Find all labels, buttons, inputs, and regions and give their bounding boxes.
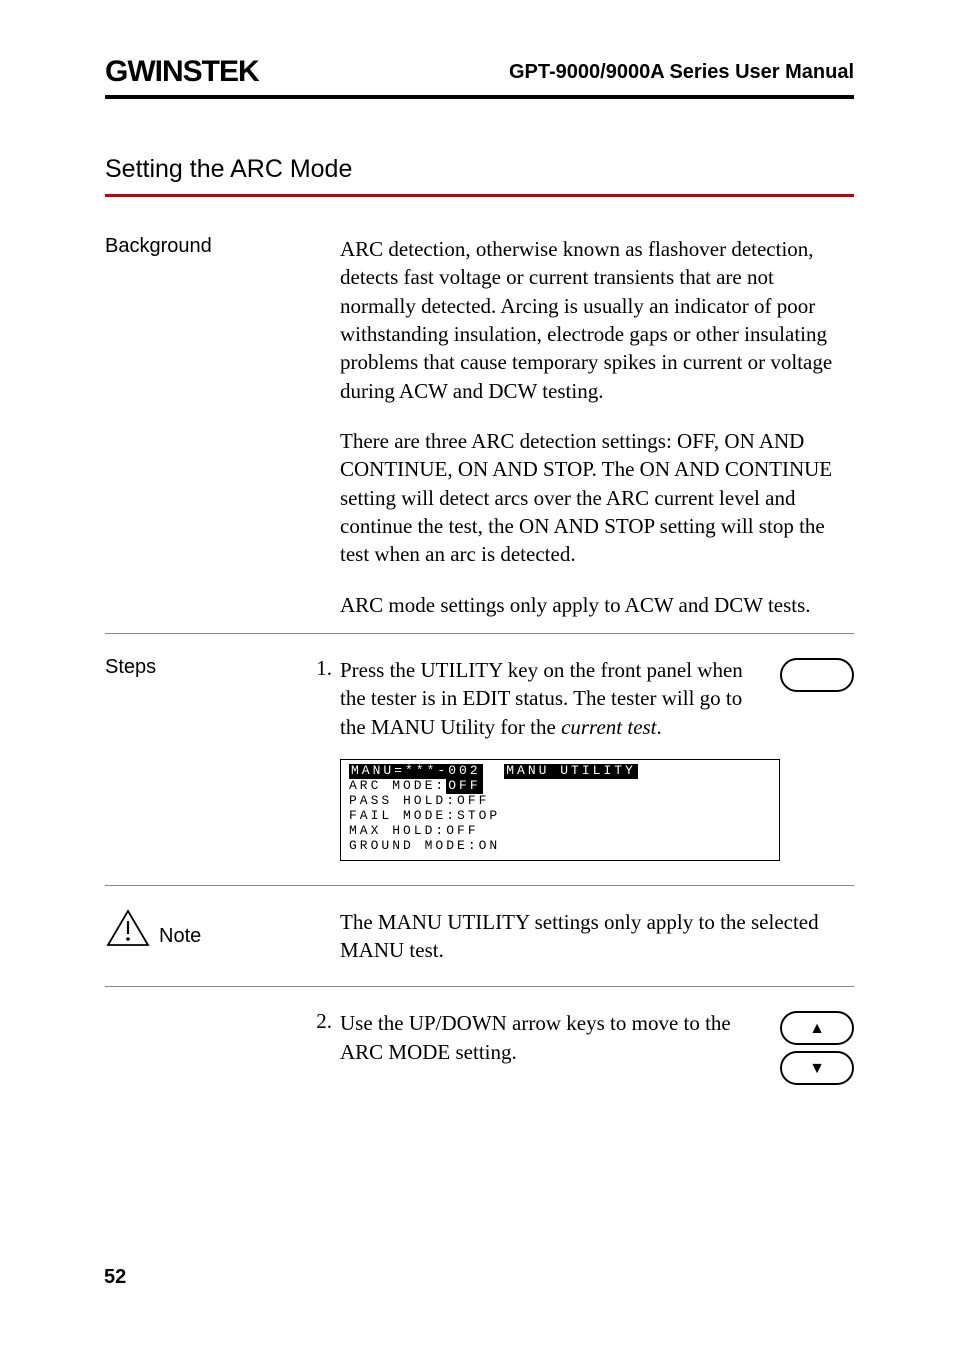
manual-title: GPT-9000/9000A Series User Manual <box>509 61 854 84</box>
lcd-line-arc-mode: ARC MODE: <box>349 778 446 793</box>
lcd-line-pass-hold: PASS HOLD:OFF <box>349 794 771 809</box>
down-arrow-key-icon: ▼ <box>780 1051 854 1085</box>
lcd-arc-mode-value: OFF <box>446 779 482 794</box>
step-2-row: 2. Use the UP/DOWN arrow keys to move to… <box>105 1009 854 1085</box>
lcd-line-ground-mode: GROUND MODE:ON <box>349 839 771 854</box>
background-body: ARC detection, otherwise known as flasho… <box>340 235 854 619</box>
warning-icon <box>105 908 151 948</box>
lcd-display: MANU=***-002 MANU UTILITY ARC MODE:OFF P… <box>340 759 780 861</box>
background-block: Background ARC detection, otherwise know… <box>105 235 854 619</box>
brand-logo: GWINSTEK <box>105 55 259 89</box>
note-row: Note The MANU UTILITY settings only appl… <box>105 908 854 965</box>
step-2-number: 2. <box>310 1009 340 1085</box>
steps-label: Steps <box>105 656 310 863</box>
note-label: Note <box>159 925 201 948</box>
step-1-text: Press the UTILITY key on the front panel… <box>340 656 759 741</box>
divider <box>105 986 854 987</box>
divider <box>105 633 854 634</box>
lcd-header-right: MANU UTILITY <box>504 764 638 779</box>
step-2-text: Use the UP/DOWN arrow keys to move to th… <box>340 1009 759 1085</box>
step-1-row: Steps 1. Press the UTILITY key on the fr… <box>105 656 854 863</box>
background-para-3: ARC mode settings only apply to ACW and … <box>340 591 854 619</box>
lcd-line-fail-mode: FAIL MODE:STOP <box>349 809 771 824</box>
note-text: The MANU UTILITY settings only apply to … <box>340 908 854 965</box>
utility-key-icon <box>780 658 854 692</box>
background-para-2: There are three ARC detection settings: … <box>340 427 854 569</box>
divider <box>105 885 854 886</box>
step-1-number: 1. <box>310 656 340 863</box>
up-arrow-key-icon: ▲ <box>780 1011 854 1045</box>
background-label: Background <box>105 235 310 619</box>
lcd-line-max-hold: MAX HOLD:OFF <box>349 824 771 839</box>
lcd-header-left: MANU=***-002 <box>349 764 483 779</box>
section-title: Setting the ARC Mode <box>105 155 854 197</box>
page-header: GWINSTEK GPT-9000/9000A Series User Manu… <box>105 55 854 99</box>
page-number: 52 <box>104 1266 126 1289</box>
background-para-1: ARC detection, otherwise known as flasho… <box>340 235 854 405</box>
